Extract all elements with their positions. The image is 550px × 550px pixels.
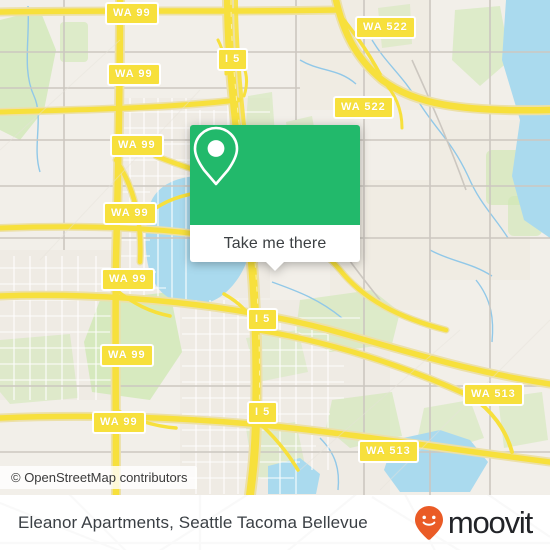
road-shield: WA 99 (92, 411, 146, 434)
road-shield: WA 99 (100, 344, 154, 367)
road-shield: I 5 (247, 401, 279, 424)
road-shield: WA 513 (463, 383, 524, 406)
footer-bar: Eleanor Apartments, Seattle Tacoma Belle… (0, 495, 550, 550)
road-shield: I 5 (217, 48, 249, 71)
road-shield: WA 513 (358, 440, 419, 463)
road-shield: I 5 (247, 308, 279, 331)
road-shield: WA 99 (103, 202, 157, 225)
moovit-wordmark: moovit (447, 505, 533, 540)
road-shield: WA 99 (110, 134, 164, 157)
card-pin-area (190, 125, 360, 225)
moovit-logo[interactable]: moovit (414, 505, 533, 541)
footer-content: Eleanor Apartments, Seattle Tacoma Belle… (0, 495, 550, 550)
location-info-card[interactable]: Take me there (190, 125, 360, 271)
road-shield: WA 522 (355, 16, 416, 39)
card-pointer-triangle (266, 262, 284, 271)
road-shield: WA 99 (105, 2, 159, 25)
road-shield: WA 522 (333, 96, 394, 119)
take-me-there-label: Take me there (223, 234, 327, 252)
map-pin-icon (193, 126, 239, 186)
osm-attribution-text: © OpenStreetMap contributors (11, 470, 188, 485)
moovit-smiley-pin-icon (414, 505, 443, 540)
osm-attribution[interactable]: © OpenStreetMap contributors (0, 466, 197, 489)
place-title: Eleanor Apartments, Seattle Tacoma Belle… (18, 512, 368, 532)
map-canvas[interactable]: WA 99 WA 522 I 5 WA 99 WA 522 WA 99 WA 9… (0, 0, 550, 495)
map-screenshot: WA 99 WA 522 I 5 WA 99 WA 522 WA 99 WA 9… (0, 0, 550, 550)
take-me-there-button[interactable]: Take me there (190, 225, 360, 271)
road-shield: WA 99 (107, 63, 161, 86)
road-shield: WA 99 (101, 268, 155, 291)
